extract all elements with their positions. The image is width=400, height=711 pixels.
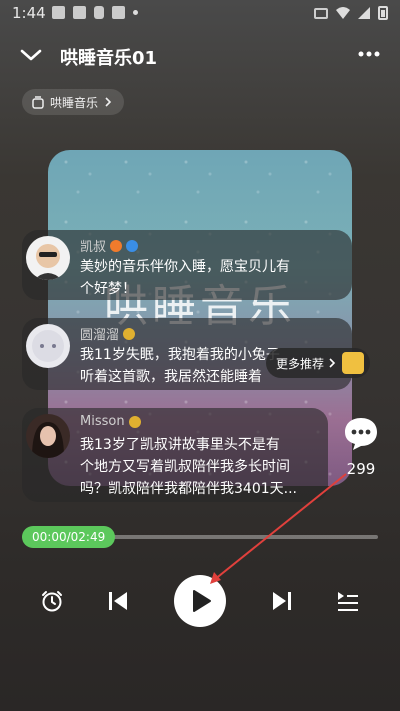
avatar: [26, 324, 70, 368]
next-track-icon[interactable]: [272, 591, 292, 611]
comment-line: 美妙的音乐伴你入睡，愿宝贝儿有: [80, 259, 290, 275]
player-header: 哄睡音乐01: [0, 36, 400, 76]
comment-line: 吗？凯叔陪伴我都陪伴我3401天...: [80, 481, 297, 497]
comment-text: 美妙的音乐伴你入睡，愿宝贝儿有 个好梦！: [80, 256, 344, 300]
comment-bubble-icon[interactable]: [343, 416, 379, 452]
comment-author-row: 凯叔: [80, 236, 139, 255]
more-recommendations-button[interactable]: 更多推荐: [266, 348, 371, 378]
notification-icons: [52, 6, 138, 19]
play-button[interactable]: [174, 575, 226, 627]
progress-bar[interactable]: 00:00/02:49: [22, 526, 378, 548]
cast-icon: [314, 7, 328, 19]
chevron-right-icon: [329, 358, 336, 368]
comment-author-row: Misson: [80, 414, 141, 429]
category-pill[interactable]: 哄睡音乐: [22, 89, 125, 115]
signal-icon: [358, 7, 370, 19]
chevron-right-icon: [105, 97, 112, 107]
more-options-icon[interactable]: [356, 44, 382, 64]
play-icon: [193, 590, 211, 612]
author-badge-icon: [128, 415, 141, 428]
playback-controls: [0, 575, 400, 629]
comment-line: 我13岁了凯叔讲故事里头不是有: [80, 437, 280, 453]
category-label: 哄睡音乐: [50, 95, 99, 110]
comment-author: 圆溜溜: [80, 328, 120, 343]
comment-text: 我13岁了凯叔讲故事里头不是有 个地方又写着凯叔陪伴我多长时间 吗？凯叔陪伴我都…: [80, 434, 320, 500]
letter-a-notification-icon: [112, 6, 125, 19]
album-icon: [32, 95, 44, 109]
app-notification-icon: [94, 6, 104, 19]
status-time: 1:44: [12, 4, 46, 22]
comment-author: Misson: [80, 414, 125, 429]
image-notification-icon: [52, 6, 65, 19]
playlist-icon[interactable]: [336, 590, 360, 612]
progress-time-label: 00:00/02:49: [22, 526, 116, 548]
previous-track-icon[interactable]: [108, 591, 128, 611]
alarm-clock-icon[interactable]: [40, 589, 64, 613]
comment-author-row: 圆溜溜: [80, 324, 136, 343]
comment-item[interactable]: 凯叔 美妙的音乐伴你入睡，愿宝贝儿有 个好梦！: [22, 230, 352, 300]
comment-line: 个地方又写着凯叔陪伴我多长时间: [80, 459, 290, 475]
more-recommendations-label: 更多推荐: [276, 356, 325, 371]
recommendation-thumbnail: [342, 352, 365, 374]
gallery-notification-icon: [73, 6, 86, 19]
comment-item[interactable]: Misson 我13岁了凯叔讲故事里头不是有 个地方又写着凯叔陪伴我多长时间 吗…: [22, 408, 328, 502]
page-title: 哄睡音乐01: [60, 48, 158, 69]
wifi-icon: [336, 7, 350, 19]
battery-icon: [378, 6, 388, 20]
author-badge-icon: [126, 239, 139, 252]
comment-count: 299: [346, 460, 376, 478]
comment-author: 凯叔: [80, 240, 107, 255]
system-icons: [314, 6, 388, 20]
status-bar: 1:44: [0, 0, 400, 26]
comment-line: 个好梦！: [80, 281, 136, 297]
avatar: [26, 414, 70, 458]
chevron-down-icon[interactable]: [18, 42, 44, 68]
more-notifications-icon: [133, 10, 138, 15]
author-badge-icon: [123, 327, 136, 340]
avatar: [26, 236, 70, 280]
verified-badge-icon: [110, 239, 123, 252]
